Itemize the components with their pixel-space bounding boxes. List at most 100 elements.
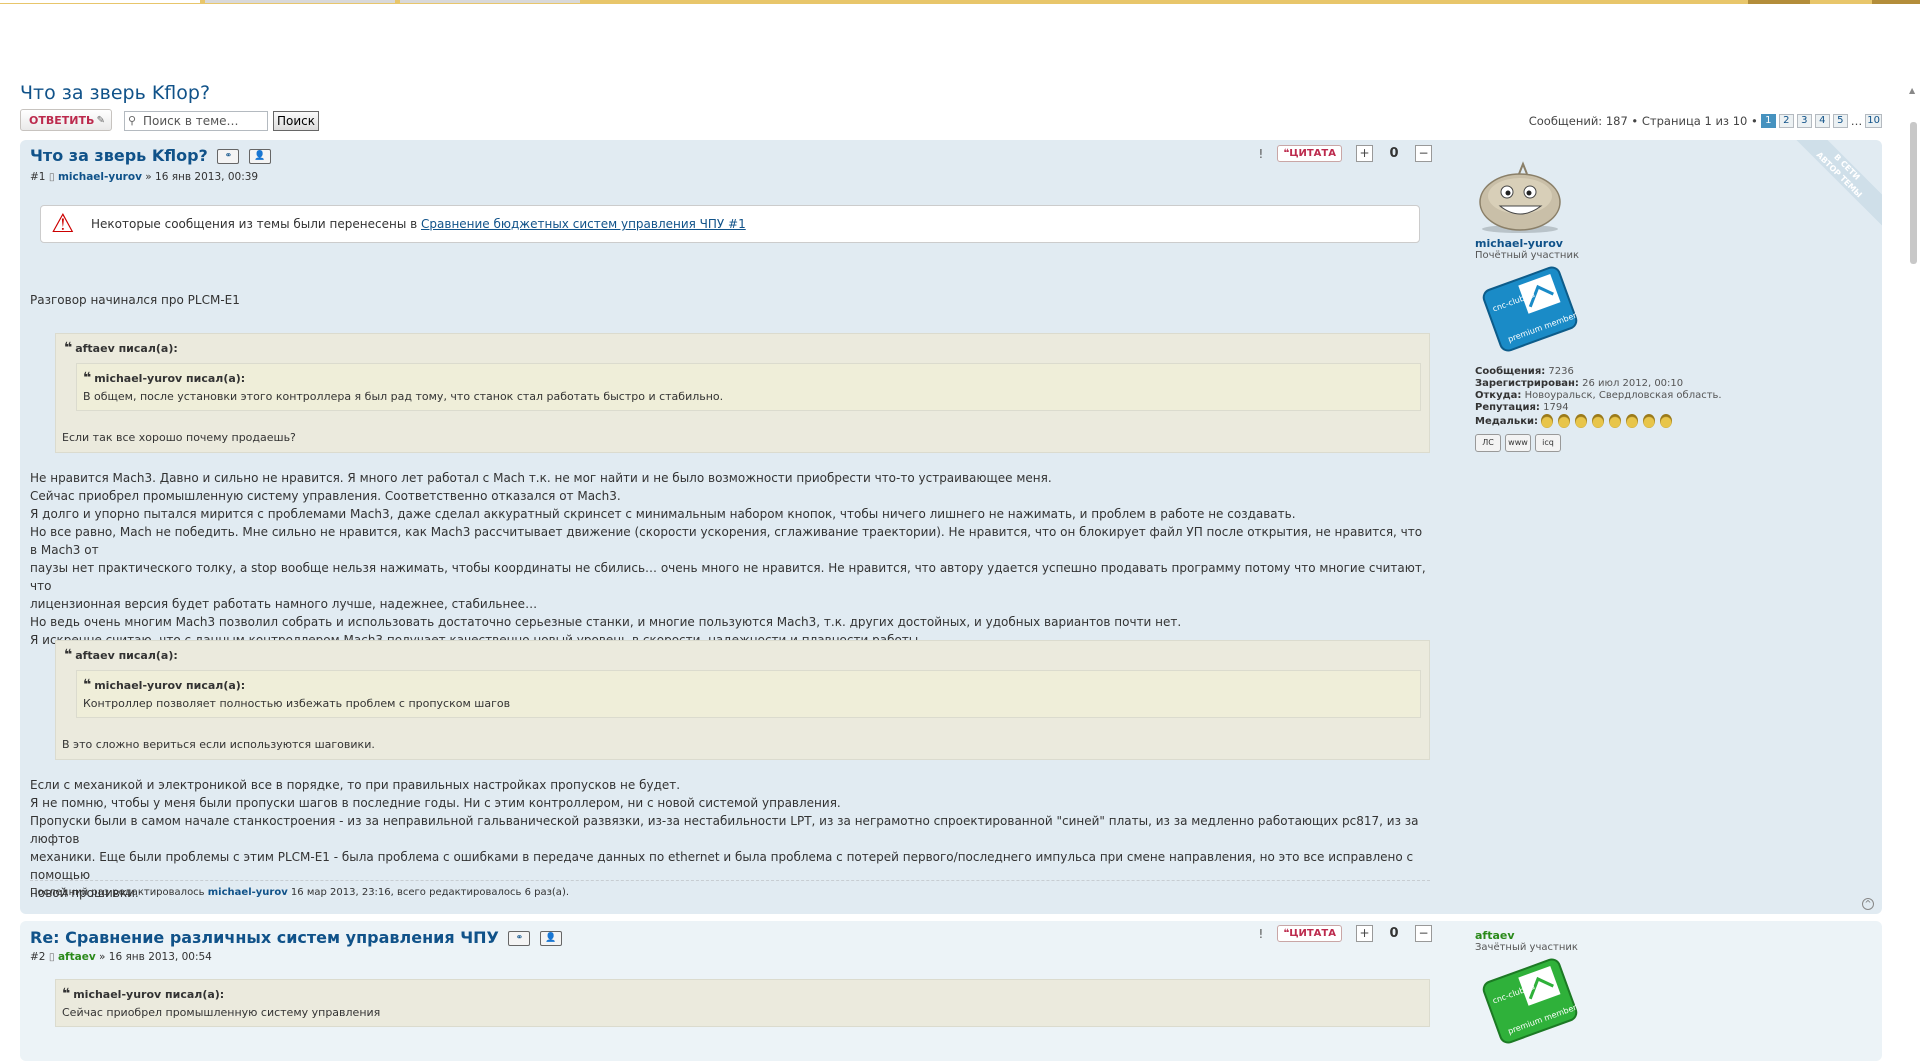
notice-link[interactable]: Сравнение бюджетных систем управления ЧП…	[421, 217, 746, 231]
user-icon[interactable]: 👤	[540, 931, 563, 946]
page-scrollbar[interactable]: ▲	[1906, 80, 1920, 1040]
medal-icon[interactable]	[1626, 414, 1639, 428]
page-link[interactable]: 4	[1814, 114, 1830, 128]
author-profile: aftaev Зачётный участник cnc-club.ru pre…	[1475, 929, 1765, 1050]
avatar[interactable]	[1475, 154, 1565, 234]
post-number[interactable]: #2	[30, 951, 45, 963]
page-link[interactable]: 2	[1778, 114, 1794, 128]
profile-rank: Почётный участник	[1475, 250, 1579, 261]
post-score: 0	[1389, 926, 1399, 941]
quote-button-label: ЦИТАТА	[1289, 928, 1336, 939]
vote-down-button[interactable]: −	[1415, 145, 1432, 162]
profile-name[interactable]: michael-yurov	[1475, 237, 1765, 250]
post-author[interactable]: aftaev	[58, 951, 96, 963]
post-author[interactable]: michael-yurov	[58, 171, 142, 183]
notice-text: Некоторые сообщения из темы были перенес…	[91, 217, 746, 231]
file-icon: ▯	[48, 171, 55, 183]
quote-button[interactable]: ❝ЦИТАТА	[1277, 925, 1342, 942]
report-icon[interactable]: !	[1259, 147, 1264, 161]
text-line: Не нравится Mach3. Давно и сильно не нра…	[30, 471, 1052, 485]
medal-icon[interactable]	[1592, 414, 1605, 428]
page-link[interactable]: 3	[1796, 114, 1812, 128]
post-title-link[interactable]: Re: Сравнение различных систем управлени…	[30, 928, 499, 947]
thread-title[interactable]: Что за зверь Kflop?	[20, 82, 210, 104]
edit-note-suffix: 16 мар 2013, 23:16, всего редактировалос…	[290, 887, 570, 898]
quote-block: ❝ michael-yurov писал(а): Сейчас приобрел…	[55, 979, 1430, 1027]
notice-prefix: Некоторые сообщения из темы были перенес…	[91, 217, 418, 231]
scroll-up-icon[interactable]: ▲	[1909, 86, 1915, 95]
text-line: лицензионная версия будет работать намно…	[30, 597, 538, 611]
premium-badge-icon: cnc-club.ru premium member	[1482, 958, 1578, 1044]
profile-name[interactable]: aftaev	[1475, 929, 1765, 942]
browser-tab[interactable]	[205, 0, 395, 3]
stat-value: 1794	[1543, 402, 1569, 413]
medal-icon[interactable]	[1541, 414, 1554, 428]
page-link-current[interactable]: 1	[1760, 114, 1776, 128]
quote-text: В это сложно вериться если используются …	[62, 738, 375, 751]
icq-icon[interactable]: icq	[1535, 434, 1561, 452]
vote-up-button[interactable]: +	[1356, 925, 1373, 942]
profile-stats: Сообщения: 7236 Зарегистрирован: 26 июл …	[1475, 366, 1765, 428]
stat-value: 7236	[1548, 366, 1574, 377]
stat-label: Сообщения:	[1475, 366, 1546, 377]
medal-icon[interactable]	[1643, 414, 1656, 428]
text-line: Я долго и упорно пытался мирится с пробл…	[30, 507, 1296, 521]
post-actions: ! ❝ЦИТАТА + 0 −	[1259, 145, 1432, 162]
pagination: Сообщений: 187 • Страница 1 из 10 • 1 2 …	[1529, 114, 1882, 128]
post-title: Что за зверь Kflop? ⚭ 👤	[30, 146, 271, 165]
medal-icon[interactable]	[1609, 414, 1622, 428]
link-icon[interactable]: ⚭	[217, 149, 240, 164]
page-link[interactable]: 5	[1832, 114, 1848, 128]
vote-up-button[interactable]: +	[1356, 145, 1373, 162]
link-icon[interactable]: ⚭	[508, 931, 531, 946]
search-placeholder: Поиск в теме…	[143, 114, 239, 128]
edit-note-user[interactable]: michael-yurov	[208, 887, 288, 898]
medal-icon[interactable]	[1558, 414, 1571, 428]
text-line: Сейчас приобрел промышленную систему упр…	[30, 489, 621, 503]
pencil-icon: ✎	[96, 115, 105, 126]
pagination-summary: Сообщений: 187 • Страница 1 из 10 •	[1528, 114, 1758, 128]
user-icon[interactable]: 👤	[248, 149, 271, 164]
nested-quote-cite: ❝ michael-yurov писал(а):	[83, 370, 245, 386]
nested-quote-cite-text: michael-yurov писал(а):	[94, 679, 246, 692]
pm-icon[interactable]: ЛС	[1475, 434, 1501, 452]
author-profile: michael-yurov Почётный участник cnc-club…	[1475, 154, 1765, 452]
edit-note-prefix: Последний раз редактировалось	[30, 887, 205, 898]
back-to-top-icon[interactable]: ^	[1862, 898, 1874, 910]
search-button[interactable]: Поиск	[273, 111, 319, 131]
post-number[interactable]: #1	[30, 171, 45, 183]
file-icon: ▯	[48, 951, 55, 963]
medal-icon[interactable]	[1660, 414, 1673, 428]
quote-button-label: ЦИТАТА	[1289, 148, 1336, 159]
stat-label: Откуда:	[1475, 390, 1522, 401]
post-intro: Разговор начинался про PLCM-E1	[30, 293, 240, 307]
profile-medals: Медальки:	[1475, 414, 1765, 428]
quote-text: Если так все хорошо почему продаешь?	[62, 431, 296, 444]
website-icon[interactable]: www	[1505, 434, 1531, 452]
quote-cite: ❝ aftaev писал(а):	[64, 647, 178, 663]
page-link-last[interactable]: 10	[1865, 114, 1882, 128]
profile-contacts: ЛС www icq	[1475, 434, 1765, 452]
report-icon[interactable]: !	[1259, 927, 1264, 941]
vote-down-button[interactable]: −	[1415, 925, 1432, 942]
search-input[interactable]: ⚲ Поиск в теме…	[124, 111, 268, 131]
nested-quote: ❝ michael-yurov писал(а): Контроллер позв…	[76, 670, 1421, 718]
scroll-thumb[interactable]	[1910, 122, 1917, 264]
quote-cite-text: aftaev писал(а):	[75, 649, 178, 662]
post-title-link[interactable]: Что за зверь Kflop?	[30, 146, 208, 165]
nested-quote-cite: ❝ michael-yurov писал(а):	[83, 677, 245, 693]
browser-tab-active[interactable]	[0, 0, 200, 3]
reply-button[interactable]: ОТВЕТИТЬ ✎	[20, 109, 112, 131]
reply-button-label: ОТВЕТИТЬ	[29, 114, 95, 127]
browser-tab[interactable]	[400, 0, 580, 3]
post-actions: ! ❝ЦИТАТА + 0 −	[1259, 925, 1432, 942]
browser-tab-accent	[1872, 0, 1920, 4]
search-icon: ⚲	[128, 114, 137, 127]
medal-icon[interactable]	[1575, 414, 1588, 428]
quote-block: ❝ aftaev писал(а): ❝ michael-yurov писал(а…	[55, 640, 1430, 760]
text-line: паузы нет практического толку, а stop во…	[30, 561, 1426, 593]
profile-stat: Репутация: 1794	[1475, 402, 1765, 414]
quote-button[interactable]: ❝ЦИТАТА	[1277, 145, 1342, 162]
quote-cite-text: michael-yurov писал(а):	[73, 988, 225, 1001]
profile-stat: Откуда: Новоуральск, Свердловская област…	[1475, 390, 1765, 402]
